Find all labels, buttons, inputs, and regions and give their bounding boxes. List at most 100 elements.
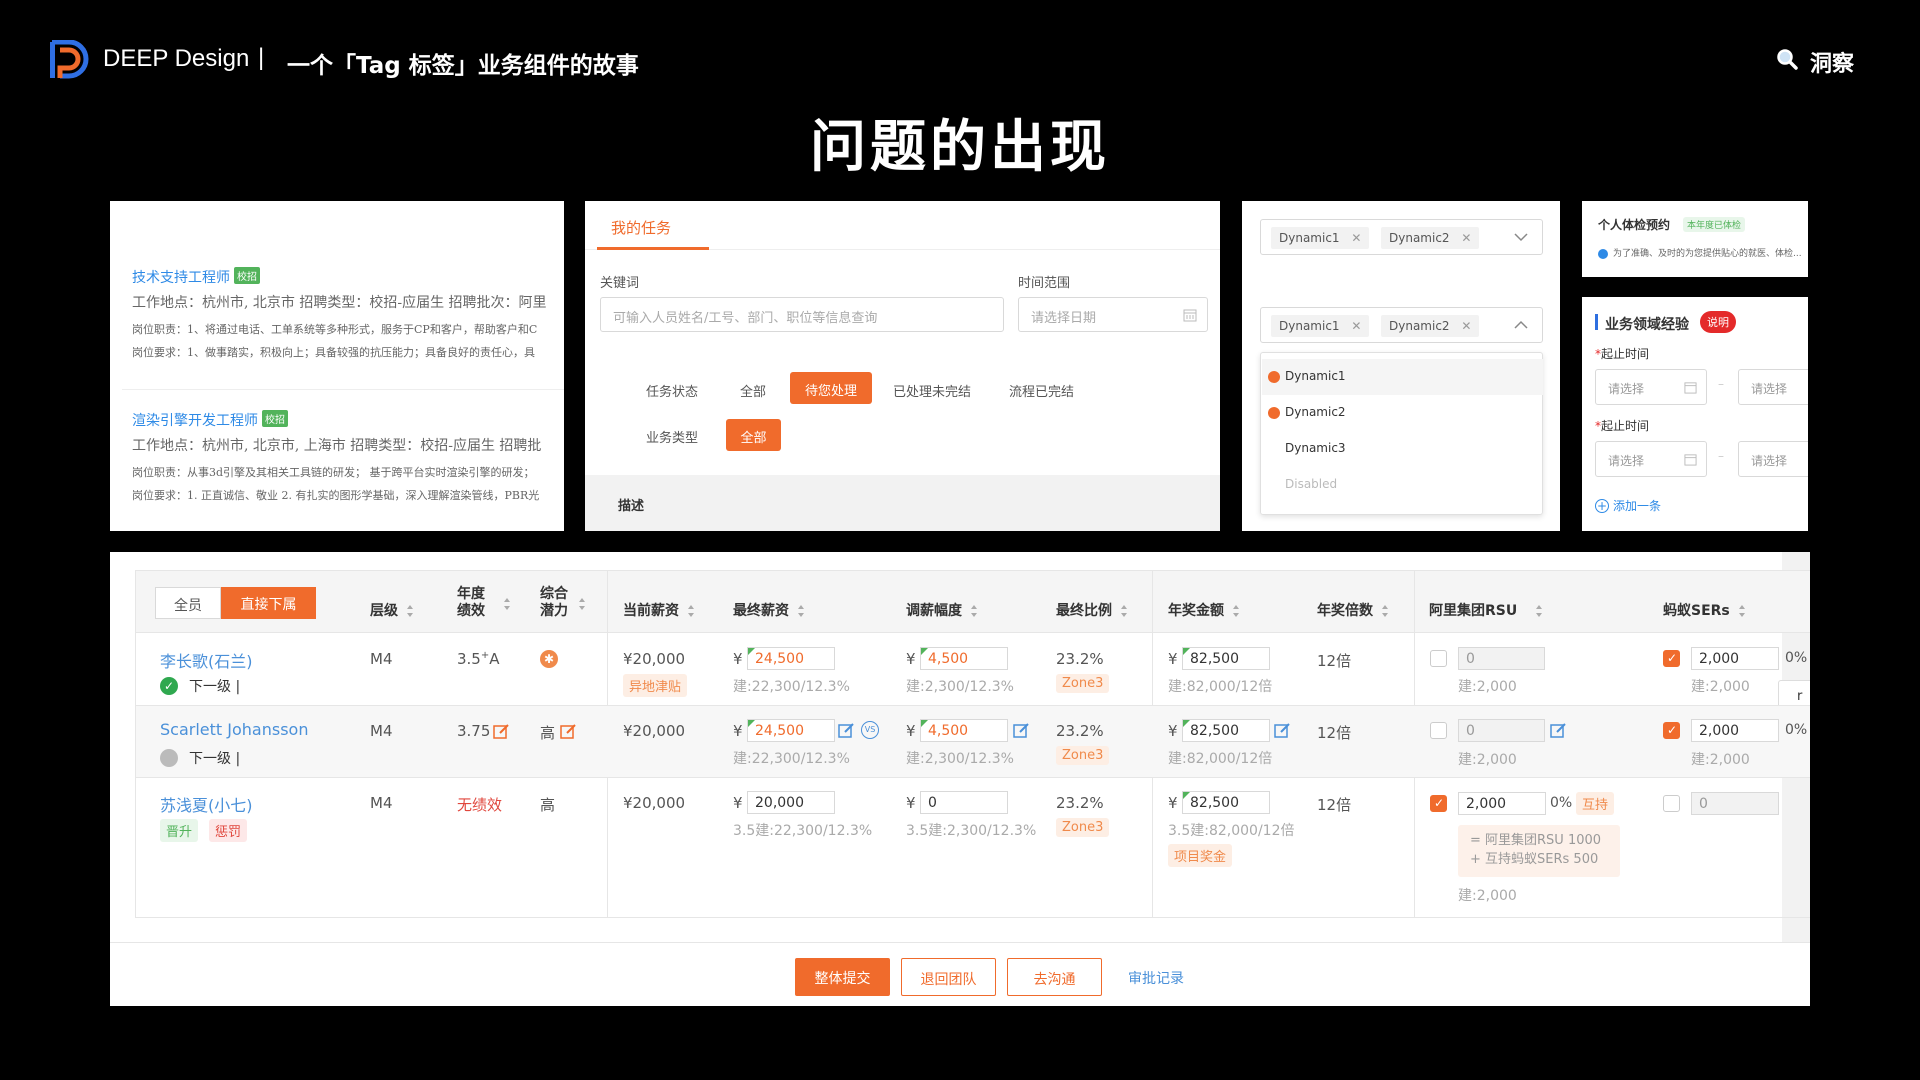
- bonus-input[interactable]: 82,500: [1182, 647, 1270, 670]
- field-label: *起止时间: [1595, 419, 1650, 433]
- job-title[interactable]: 渲染引擎开发工程师: [132, 413, 258, 429]
- vs-compare-icon[interactable]: VS: [861, 721, 879, 739]
- header-current-salary[interactable]: 当前薪资: [623, 600, 695, 620]
- header-ant-sers[interactable]: 蚂蚁SERs: [1663, 600, 1746, 620]
- sers-checkbox[interactable]: ✓: [1663, 650, 1680, 667]
- raise-input[interactable]: 4,500: [920, 719, 1008, 742]
- experience-form-panel: 业务领域经验 说明 *起止时间 请选择 – 请选择 *起止时间 请选择 – 请选…: [1582, 297, 1808, 531]
- selected-tag: Dynamic2 ✕: [1381, 227, 1480, 249]
- dropdown-option-3[interactable]: Dynamic3: [1262, 431, 1543, 467]
- sort-icon[interactable]: [1738, 604, 1746, 618]
- job-item-2[interactable]: 渲染引擎开发工程师 校招 工作地点：杭州市, 北京市, 上海市 招聘类型：校招-应…: [132, 410, 564, 503]
- sort-icon[interactable]: [578, 597, 586, 611]
- header-level[interactable]: 层级: [370, 600, 414, 620]
- biz-type-all[interactable]: 全部: [726, 419, 781, 451]
- sort-icon[interactable]: [687, 604, 695, 618]
- explain-badge[interactable]: 说明: [1700, 311, 1736, 333]
- sers-checkbox[interactable]: [1663, 795, 1680, 812]
- header-potential[interactable]: 综合潜力: [540, 586, 580, 620]
- header-ali-rsu[interactable]: 阿里集团RSU: [1429, 600, 1543, 620]
- add-row-button[interactable]: + 添加一条: [1595, 497, 1661, 514]
- info-icon: [1598, 249, 1608, 259]
- end-date-input[interactable]: 请选择: [1738, 441, 1808, 477]
- edit-icon[interactable]: [838, 722, 855, 739]
- close-icon[interactable]: ✕: [1461, 319, 1471, 333]
- rsu-input[interactable]: 2,000: [1458, 792, 1546, 815]
- sers-input[interactable]: 2,000: [1691, 647, 1779, 670]
- sort-icon[interactable]: [1535, 604, 1543, 618]
- employee-name-link[interactable]: 苏浅夏(小七): [160, 792, 253, 816]
- header-raise[interactable]: 调薪幅度: [906, 600, 978, 620]
- chevron-up-icon[interactable]: [1514, 320, 1528, 330]
- dropdown-option-1[interactable]: Dynamic1: [1262, 359, 1543, 395]
- sort-icon[interactable]: [797, 604, 805, 618]
- employee-name-link[interactable]: 李长歌(石兰): [160, 648, 253, 672]
- sort-icon[interactable]: [406, 604, 414, 618]
- close-icon[interactable]: ✕: [1461, 231, 1471, 245]
- status-pending[interactable]: 待您处理: [790, 372, 872, 404]
- bonus-suggest: 建:82,000/12倍: [1168, 751, 1273, 767]
- filter-all-button[interactable]: 全员: [155, 587, 221, 619]
- tag-select-open[interactable]: Dynamic1 ✕ Dynamic2 ✕: [1260, 307, 1543, 343]
- start-date-input[interactable]: 请选择: [1595, 441, 1707, 477]
- raise-input[interactable]: 0: [920, 791, 1008, 814]
- job-item-1[interactable]: 技术支持工程师 校招 工作地点：杭州市, 北京市 招聘类型：校招-应届生 招聘批次…: [132, 267, 564, 360]
- header-final-ratio[interactable]: 最终比例: [1056, 600, 1128, 620]
- status-processed[interactable]: 已处理未完结: [893, 381, 971, 400]
- dropdown-option-2[interactable]: Dynamic2: [1262, 395, 1543, 431]
- sort-icon[interactable]: [1232, 604, 1240, 618]
- edit-icon[interactable]: [493, 723, 510, 740]
- sort-icon[interactable]: [1381, 604, 1389, 618]
- final-salary-input[interactable]: 24,500: [747, 719, 835, 742]
- bonus-input[interactable]: 82,500: [1182, 719, 1270, 742]
- bonus-suggest: 建:82,000/12倍: [1168, 679, 1273, 695]
- sers-checkbox[interactable]: ✓: [1663, 722, 1680, 739]
- header-annual-perf[interactable]: 年度绩效: [457, 586, 497, 620]
- edit-icon[interactable]: [1550, 722, 1567, 739]
- final-salary-input[interactable]: 20,000: [747, 791, 835, 814]
- tab-my-tasks[interactable]: 我的任务: [611, 217, 671, 238]
- modified-flag-icon: [921, 720, 928, 727]
- header-bonus-multiple[interactable]: 年奖倍数: [1317, 600, 1389, 620]
- sers-input[interactable]: 0: [1691, 792, 1779, 815]
- sort-icon[interactable]: [1120, 604, 1128, 618]
- sort-icon[interactable]: [970, 604, 978, 618]
- submit-all-button[interactable]: 整体提交: [795, 958, 890, 996]
- sort-icon[interactable]: [503, 597, 511, 611]
- performance-cell: 3.75: [457, 722, 491, 740]
- field-label: *起止时间: [1595, 347, 1650, 361]
- status-finished[interactable]: 流程已完结: [1009, 381, 1074, 400]
- close-icon[interactable]: ✕: [1351, 319, 1361, 333]
- raise-input[interactable]: 4,500: [920, 647, 1008, 670]
- header-bonus[interactable]: 年奖金额: [1168, 600, 1240, 620]
- communicate-button[interactable]: 去沟通: [1007, 958, 1102, 996]
- filter-direct-button[interactable]: 直接下属: [221, 587, 316, 619]
- rsu-checkbox[interactable]: ✓: [1430, 795, 1447, 812]
- job-meta: 工作地点：杭州市, 北京市 招聘类型：校招-应届生 招聘批次：阿里: [132, 295, 547, 311]
- job-list-panel: 技术支持工程师 校招 工作地点：杭州市, 北京市 招聘类型：校招-应届生 招聘批次…: [110, 201, 564, 531]
- tag-select-closed[interactable]: Dynamic1 ✕ Dynamic2 ✕: [1260, 219, 1543, 255]
- bonus-input[interactable]: 82,500: [1182, 791, 1270, 814]
- status-all[interactable]: 全部: [740, 381, 766, 400]
- rsu-checkbox[interactable]: [1430, 650, 1447, 667]
- rsu-checkbox[interactable]: [1430, 722, 1447, 739]
- edit-icon[interactable]: [560, 723, 577, 740]
- edit-icon[interactable]: [1013, 722, 1030, 739]
- date-placeholder: 请选择: [1608, 454, 1645, 468]
- return-team-button[interactable]: 退回团队: [901, 958, 996, 996]
- chevron-down-icon[interactable]: [1514, 232, 1528, 242]
- close-icon[interactable]: ✕: [1351, 231, 1361, 245]
- edit-icon[interactable]: [1274, 722, 1291, 739]
- end-date-input[interactable]: 请选择: [1738, 369, 1808, 405]
- job-title[interactable]: 技术支持工程师: [132, 270, 230, 286]
- rsu-input[interactable]: 0: [1458, 647, 1545, 670]
- approval-log-link[interactable]: 审批记录: [1118, 958, 1194, 996]
- final-salary-input[interactable]: 24,500: [747, 647, 835, 670]
- rsu-input[interactable]: 0: [1458, 719, 1545, 742]
- employee-name-link[interactable]: Scarlett Johansson: [160, 720, 308, 739]
- keyword-input[interactable]: 可输入人员姓名/工号、部门、职位等信息查询: [600, 297, 1004, 332]
- start-date-input[interactable]: 请选择: [1595, 369, 1707, 405]
- sers-input[interactable]: 2,000: [1691, 719, 1779, 742]
- date-range-input[interactable]: 请选择日期: [1018, 297, 1208, 332]
- header-final-salary[interactable]: 最终薪资: [733, 600, 805, 620]
